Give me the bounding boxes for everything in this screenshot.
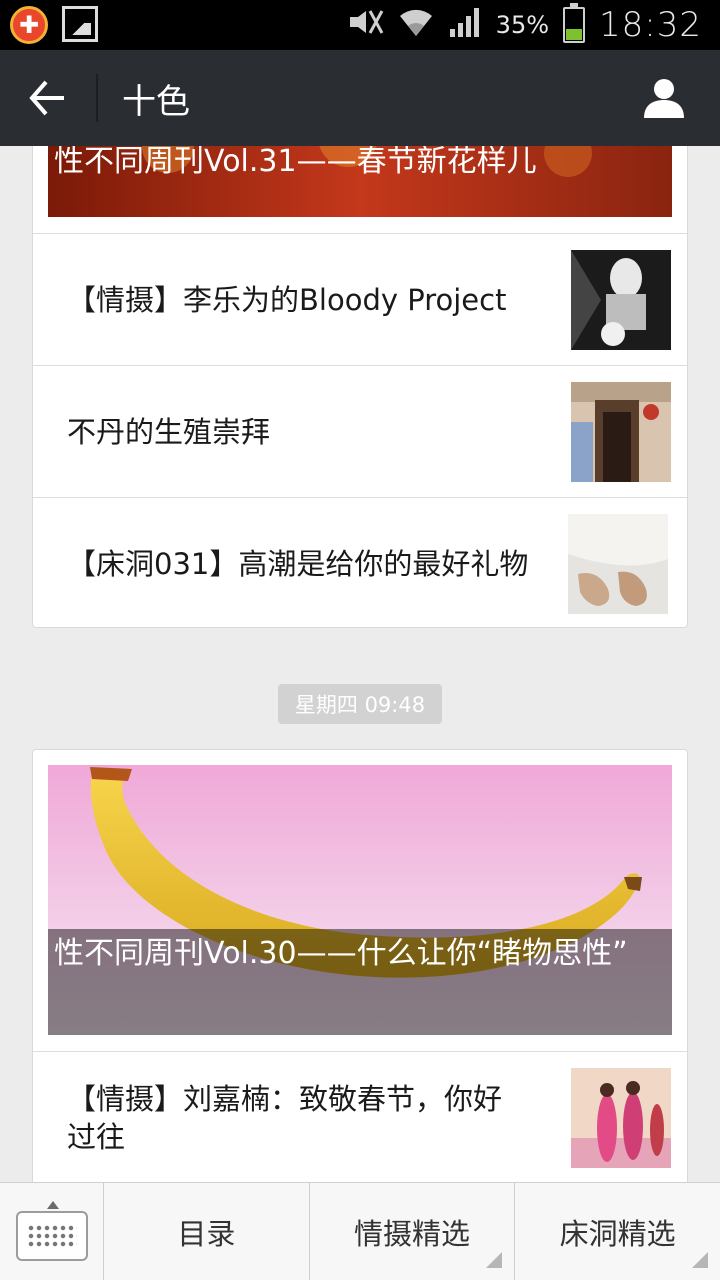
submenu-indicator-icon bbox=[692, 1252, 709, 1268]
article-thumbnail bbox=[571, 250, 671, 350]
keyboard-icon bbox=[16, 1201, 88, 1261]
article-thumbnail bbox=[568, 514, 668, 614]
status-bar: ✚ 35% 18:32 bbox=[0, 0, 720, 50]
wifi-icon bbox=[398, 4, 434, 47]
menu-item-label: 目录 bbox=[177, 1216, 236, 1251]
list-item[interactable]: 【情摄】李乐为的Bloody Project bbox=[33, 233, 687, 365]
battery-level bbox=[566, 29, 583, 40]
cover-title: 性不同周刊Vol.31——春节新花样儿 bbox=[54, 146, 537, 179]
article-card: 性不同周刊Vol.31——春节新花样儿 【情摄】李乐为的Bloody Proje… bbox=[32, 146, 688, 628]
list-item[interactable]: 不丹的生殖崇拜 bbox=[33, 365, 687, 497]
article-title: 【情摄】李乐为的Bloody Project bbox=[67, 282, 507, 317]
menu-item-label: 情摄精选 bbox=[354, 1216, 471, 1251]
article-card: 性不同周刊Vol.30——什么让你“睹物思性” 【情摄】刘嘉楠：致敬春节，你好过… bbox=[32, 749, 688, 1182]
menu-item-label: 床洞精选 bbox=[559, 1216, 676, 1251]
message-feed[interactable]: 性不同周刊Vol.31——春节新花样儿 【情摄】李乐为的Bloody Proje… bbox=[0, 146, 720, 1182]
battery-icon bbox=[563, 3, 586, 43]
back-arrow-icon[interactable] bbox=[26, 78, 70, 118]
keyboard-toggle-button[interactable] bbox=[0, 1183, 104, 1280]
clock: 18:32 bbox=[599, 5, 702, 45]
menu-item-bed-hole-picks[interactable]: 床洞精选 bbox=[515, 1183, 720, 1280]
article-thumbnail bbox=[571, 382, 671, 482]
submenu-indicator-icon bbox=[486, 1252, 503, 1268]
menu-item-photo-picks[interactable]: 情摄精选 bbox=[310, 1183, 516, 1280]
person-icon[interactable] bbox=[642, 76, 686, 120]
action-bar-divider bbox=[96, 74, 98, 122]
list-item[interactable]: 【床洞031】高潮是给你的最好礼物 bbox=[33, 497, 687, 629]
article-thumbnail bbox=[571, 1068, 671, 1168]
action-bar: 十色 bbox=[0, 50, 720, 146]
system-indicators: 35% 18:32 bbox=[344, 3, 702, 47]
article-title: 【情摄】刘嘉楠：致敬春节，你好过往 bbox=[67, 1082, 503, 1154]
bottom-menu: 目录 情摄精选 床洞精选 bbox=[0, 1182, 720, 1280]
list-item[interactable]: 【情摄】刘嘉楠：致敬春节，你好过往 bbox=[33, 1051, 687, 1182]
chat-title: 十色 bbox=[122, 82, 190, 122]
cover-article[interactable]: 性不同周刊Vol.30——什么让你“睹物思性” bbox=[48, 765, 672, 1035]
article-title: 不丹的生殖崇拜 bbox=[67, 414, 271, 449]
cover-title: 性不同周刊Vol.30——什么让你“睹物思性” bbox=[48, 929, 672, 1035]
cover-article[interactable]: 性不同周刊Vol.31——春节新花样儿 bbox=[48, 146, 672, 217]
menu-item-catalog[interactable]: 目录 bbox=[104, 1183, 310, 1280]
message-timestamp: 星期四 09:48 bbox=[278, 684, 442, 724]
notification-icons: ✚ bbox=[10, 6, 98, 44]
signal-icon bbox=[448, 5, 482, 46]
article-title: 【床洞031】高潮是给你的最好礼物 bbox=[67, 546, 529, 581]
app-notification-icon: ✚ bbox=[10, 6, 48, 44]
mute-icon bbox=[344, 7, 384, 44]
battery-percent: 35% bbox=[495, 11, 550, 39]
image-icon bbox=[62, 6, 98, 42]
